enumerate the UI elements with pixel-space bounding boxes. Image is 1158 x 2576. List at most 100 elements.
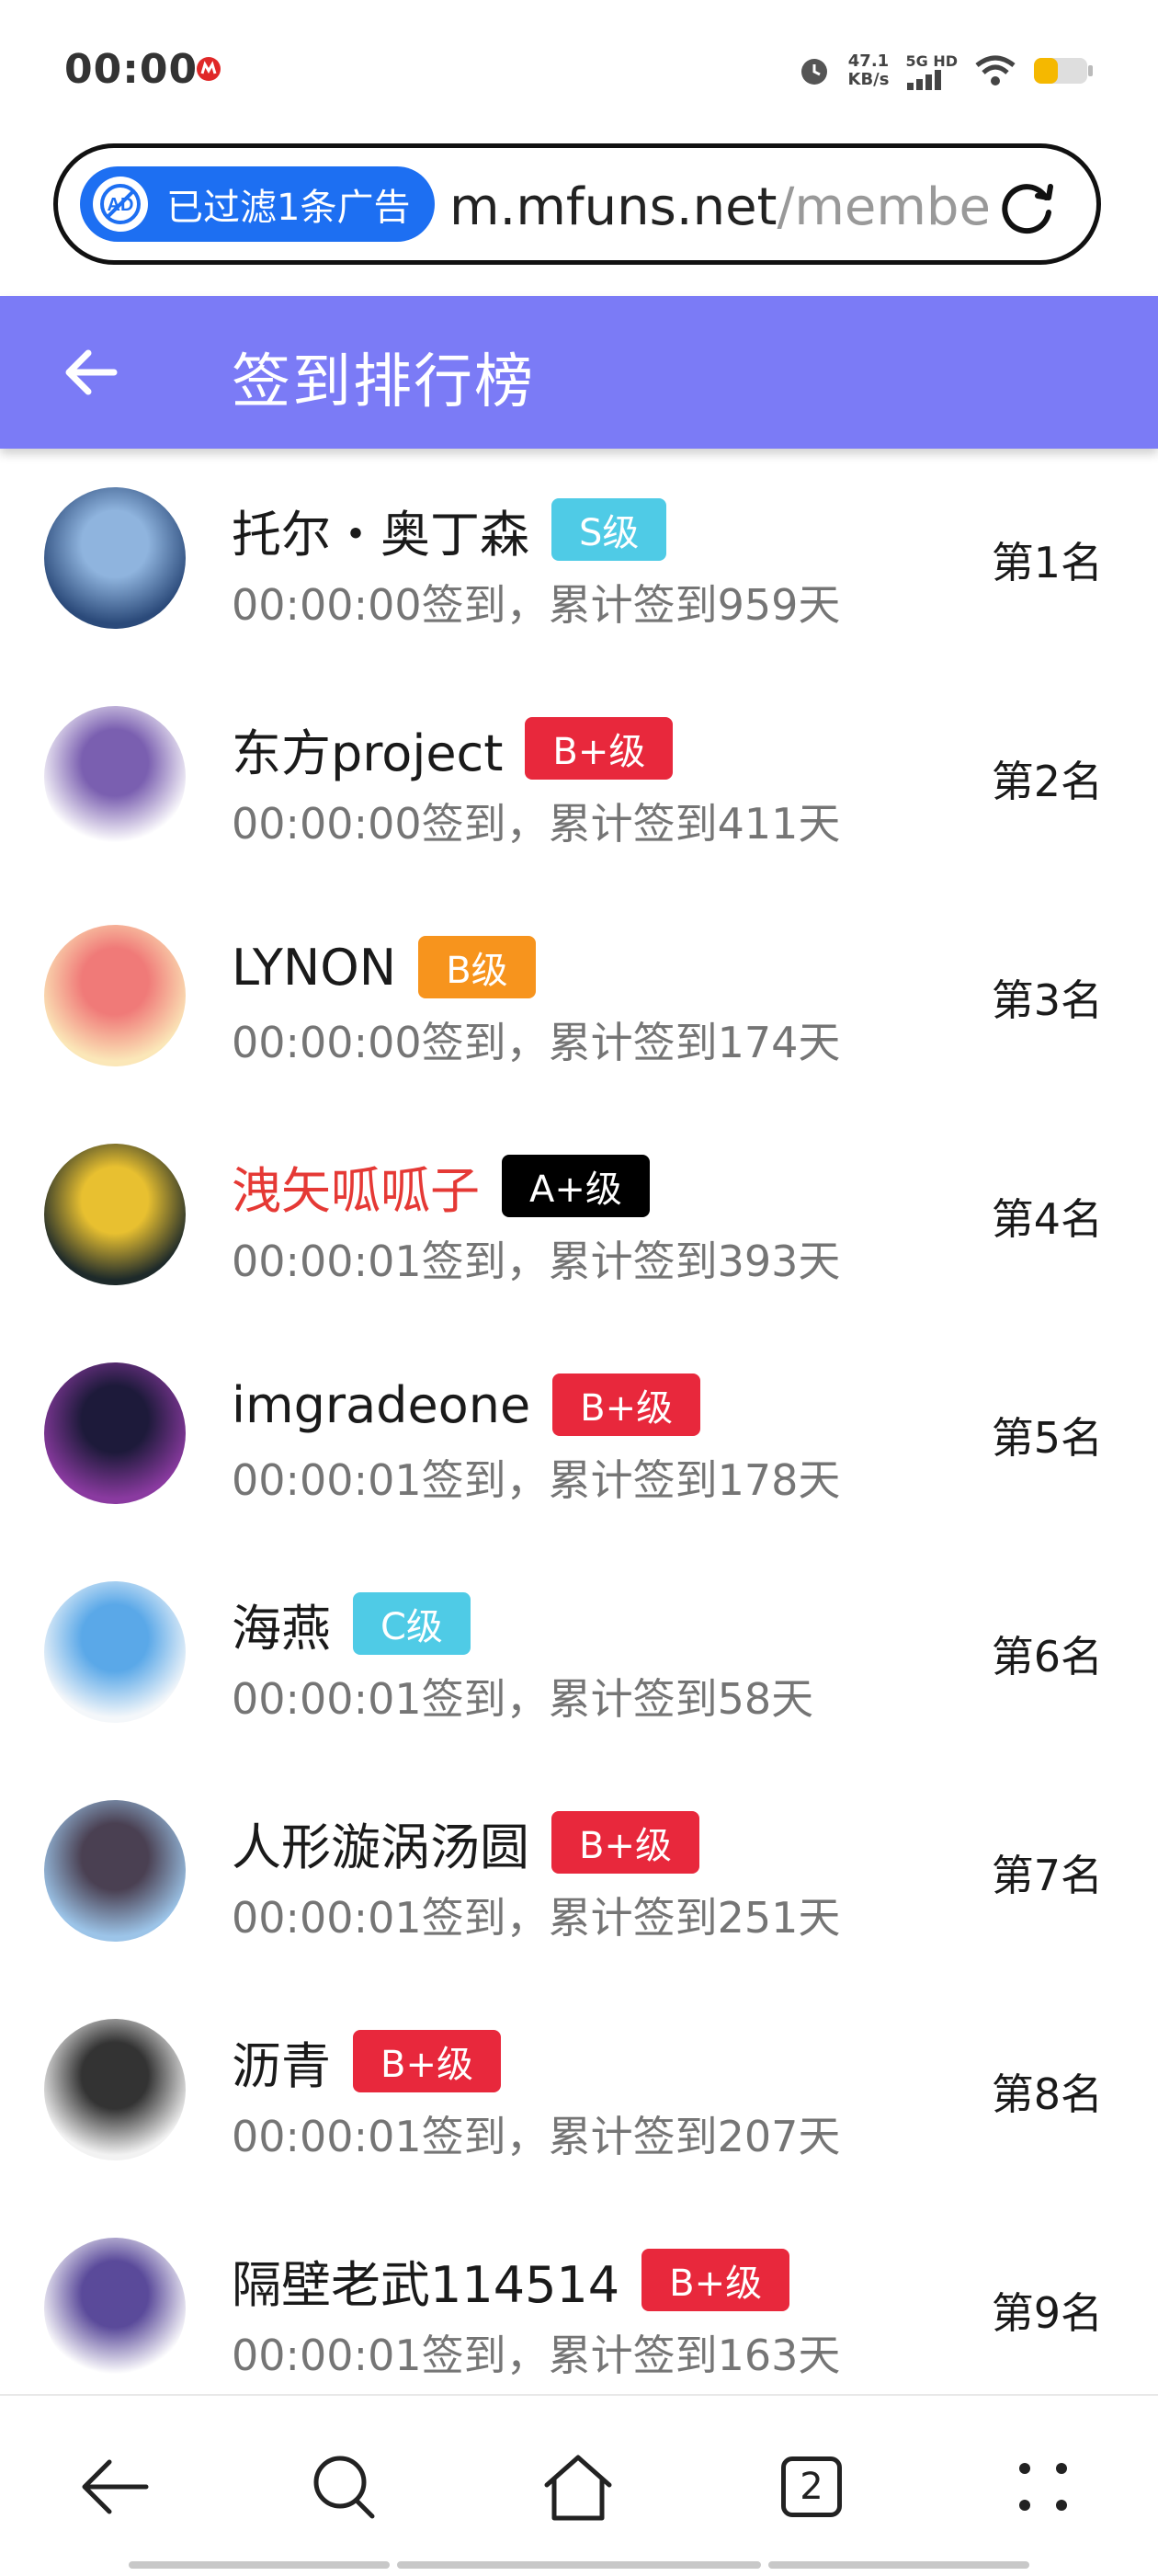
avatar[interactable]: [44, 2019, 186, 2160]
avatar[interactable]: [44, 487, 186, 629]
checkin-detail: 00:00:01签到，累计签到58天: [232, 1674, 814, 1724]
bottom-navigation: 2: [0, 2394, 1158, 2576]
ad-block-icon: AD: [93, 177, 148, 232]
rank-label: 第3名: [991, 975, 1103, 1025]
ranking-list: 托尔・奥丁森 S级 00:00:00签到，累计签到959天 第1名东方project B…: [0, 449, 1158, 2394]
nav-back-button[interactable]: [74, 2445, 156, 2528]
username[interactable]: 海燕: [232, 1588, 331, 1660]
avatar[interactable]: [44, 706, 186, 848]
url-path: /membe: [777, 177, 991, 237]
ranking-row[interactable]: LYNON B级 00:00:00签到，累计签到174天 第3名: [0, 886, 1158, 1105]
level-badge: B级: [418, 936, 536, 998]
net-speed: 47.1 KB/s: [848, 52, 890, 89]
gesture-bar-left: [129, 2561, 390, 2569]
checkin-detail: 00:00:00签到，累计签到411天: [232, 799, 841, 849]
username[interactable]: LYNON: [232, 939, 396, 997]
ranking-row[interactable]: 人形漩涡汤圆 B+级 00:00:01签到，累计签到251天 第7名: [0, 1761, 1158, 1980]
alarm-icon: [800, 59, 827, 85]
net-speed-unit: KB/s: [847, 70, 890, 89]
checkin-detail: 00:00:01签到，累计签到251天: [232, 1893, 841, 1943]
reload-icon[interactable]: [997, 177, 1058, 238]
gesture-bar-right: [768, 2561, 1029, 2569]
username[interactable]: 东方project: [232, 712, 503, 785]
more-dots-icon: [1019, 2463, 1067, 2511]
gesture-bar-center[interactable]: [397, 2561, 761, 2569]
name-line: 东方project B+级: [232, 712, 674, 785]
level-badge: B+级: [552, 1373, 701, 1436]
ranking-row[interactable]: 海燕 C级 00:00:01签到，累计签到58天 第6名: [0, 1543, 1158, 1761]
username[interactable]: 隔壁老武114514: [232, 2244, 619, 2317]
ranking-row[interactable]: 沥青 B+级 00:00:01签到，累计签到207天 第8名: [0, 1980, 1158, 2199]
avatar[interactable]: [44, 1362, 186, 1504]
name-line: imgradeone B+级: [232, 1368, 701, 1442]
name-line: 人形漩涡汤圆 B+级: [232, 1806, 699, 1879]
nav-menu-button[interactable]: [1002, 2445, 1084, 2528]
back-arrow-icon[interactable]: [61, 342, 121, 403]
level-badge: S级: [551, 498, 667, 561]
status-bar: 00:00 47.1 KB/s 5G HD: [0, 0, 1158, 138]
wifi-icon: [975, 55, 1016, 85]
rank-label: 第2名: [991, 757, 1103, 806]
page-title: 签到排行榜: [232, 348, 535, 416]
name-line: 托尔・奥丁森 S级: [232, 493, 667, 566]
rank-label: 第6名: [991, 1632, 1103, 1681]
avatar[interactable]: [44, 2238, 186, 2379]
username[interactable]: imgradeone: [232, 1376, 530, 1434]
url-host: m.mfuns.net: [449, 177, 778, 237]
arrow-left-icon: [82, 2459, 149, 2514]
avatar[interactable]: [44, 1581, 186, 1723]
name-line: 隔壁老武114514 B+级: [232, 2243, 790, 2317]
level-badge: B+级: [525, 717, 674, 780]
tab-count: 2: [800, 2466, 823, 2508]
ad-filter-label: 已过滤1条广告: [166, 187, 411, 229]
avatar[interactable]: [44, 1800, 186, 1942]
address-bar[interactable]: AD 已过滤1条广告 m.mfuns.net/membe: [53, 143, 1101, 265]
checkin-detail: 00:00:01签到，累计签到178天: [232, 1455, 841, 1505]
nav-home-button[interactable]: [537, 2445, 619, 2528]
rank-label: 第7名: [991, 1851, 1103, 1900]
ranking-row[interactable]: 隔壁老武114514 B+级 00:00:01签到，累计签到163天 第9名: [0, 2199, 1158, 2394]
name-line: 洩矢呱呱子 A+级: [232, 1149, 650, 1223]
username[interactable]: 人形漩涡汤圆: [232, 1807, 529, 1879]
name-line: 海燕 C级: [232, 1587, 471, 1660]
nav-search-button[interactable]: [303, 2445, 386, 2528]
username[interactable]: 洩矢呱呱子: [232, 1150, 480, 1223]
notification-icon: [197, 57, 221, 81]
rank-label: 第5名: [991, 1413, 1103, 1463]
rank-label: 第4名: [991, 1194, 1103, 1244]
ranking-row[interactable]: imgradeone B+级 00:00:01签到，累计签到178天 第5名: [0, 1324, 1158, 1543]
nav-tabs-button[interactable]: 2: [770, 2445, 853, 2528]
level-badge: B+级: [641, 2249, 790, 2311]
net-speed-value: 47.1: [847, 51, 890, 71]
signal-bars-icon: [907, 69, 942, 90]
checkin-detail: 00:00:00签到，累计签到959天: [232, 580, 841, 630]
home-icon: [544, 2455, 612, 2521]
search-icon: [313, 2456, 375, 2519]
avatar[interactable]: [44, 1144, 186, 1285]
ranking-row[interactable]: 洩矢呱呱子 A+级 00:00:01签到，累计签到393天 第4名: [0, 1105, 1158, 1324]
rank-label: 第8名: [991, 2069, 1103, 2119]
page-header: 签到排行榜: [0, 296, 1158, 449]
url-text[interactable]: m.mfuns.net/membe: [449, 177, 1010, 237]
ranking-row[interactable]: 东方project B+级 00:00:00签到，累计签到411天 第2名: [0, 667, 1158, 886]
level-badge: C级: [353, 1592, 471, 1655]
rank-label: 第9名: [991, 2288, 1103, 2338]
status-icons: 47.1 KB/s 5G HD: [797, 48, 1094, 94]
level-badge: B+级: [353, 2030, 501, 2092]
checkin-detail: 00:00:01签到，累计签到207天: [232, 2112, 841, 2161]
username[interactable]: 沥青: [232, 2025, 331, 2098]
checkin-detail: 00:00:01签到，累计签到393天: [232, 1237, 841, 1286]
username[interactable]: 托尔・奥丁森: [232, 494, 529, 566]
level-badge: B+级: [551, 1811, 699, 1874]
status-time: 00:00: [64, 46, 199, 93]
avatar[interactable]: [44, 925, 186, 1066]
checkin-detail: 00:00:00签到，累计签到174天: [232, 1018, 841, 1067]
rank-label: 第1名: [991, 538, 1103, 587]
tabs-icon: 2: [781, 2456, 842, 2517]
name-line: 沥青 B+级: [232, 2024, 501, 2098]
ranking-row[interactable]: 托尔・奥丁森 S级 00:00:00签到，累计签到959天 第1名: [0, 449, 1158, 667]
ad-filter-pill[interactable]: AD 已过滤1条广告: [80, 166, 435, 242]
checkin-detail: 00:00:01签到，累计签到163天: [232, 2331, 841, 2380]
battery-icon: [1034, 58, 1093, 84]
level-badge: A+级: [502, 1155, 650, 1217]
